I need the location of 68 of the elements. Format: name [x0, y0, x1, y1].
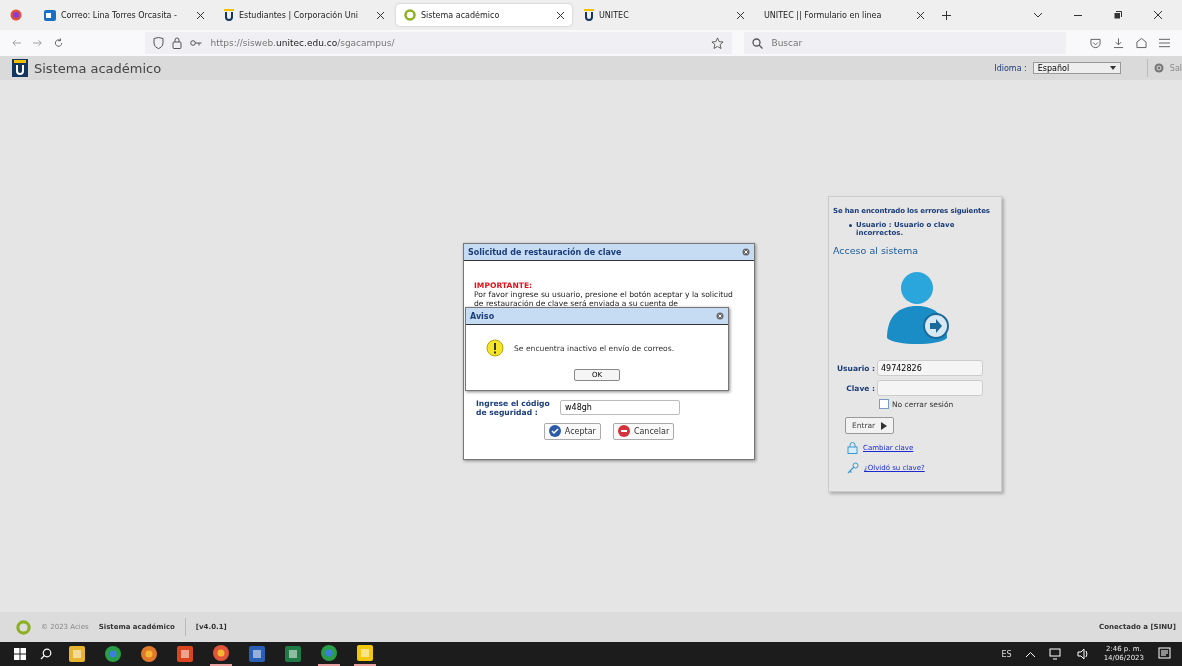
search-field[interactable]: Buscar: [744, 32, 1067, 54]
browser-tab[interactable]: UNITEC || Formulario en linea: [756, 4, 932, 26]
password-field[interactable]: [877, 380, 983, 396]
browser-tab[interactable]: Correo: Lina Torres Orcasita -: [36, 4, 212, 26]
dialog-title: Solicitud de restauración de clave: [468, 247, 622, 257]
extensions-icon[interactable]: [1136, 37, 1148, 49]
notification-icon[interactable]: [1158, 647, 1172, 661]
mail-icon: [44, 9, 56, 21]
taskbar-app-icon[interactable]: [210, 642, 232, 666]
menu-icon[interactable]: [1159, 38, 1171, 48]
browser-logo-icon[interactable]: [10, 9, 22, 21]
address-bar[interactable]: https://sisweb.unitec.edu.co/sgacampus/: [145, 32, 733, 54]
tab-list-icon[interactable]: [1034, 12, 1042, 18]
search-icon: [752, 37, 764, 49]
close-icon[interactable]: [197, 11, 204, 19]
security-code-field[interactable]: w48gh: [560, 400, 680, 416]
taskbar-app-icon[interactable]: [318, 642, 340, 666]
close-icon[interactable]: [1154, 11, 1162, 19]
browser-tab[interactable]: UNITEC: [576, 4, 752, 26]
speaker-icon[interactable]: [1076, 648, 1090, 660]
language-dropdown[interactable]: Español: [1032, 62, 1121, 74]
accept-button[interactable]: Aceptar: [543, 422, 601, 440]
new-tab-icon[interactable]: [942, 10, 951, 20]
close-icon[interactable]: [557, 11, 564, 19]
search-icon[interactable]: [40, 648, 52, 660]
restore-icon[interactable]: [1114, 11, 1122, 19]
ring-logo-icon: [404, 9, 416, 21]
check-icon: [548, 425, 561, 438]
bullet-icon: [849, 224, 852, 227]
stop-icon: [617, 425, 630, 438]
checkbox[interactable]: [879, 399, 889, 409]
lock-icon: [847, 442, 858, 454]
language-indicator[interactable]: ES: [1001, 649, 1012, 659]
lock-icon: [172, 37, 183, 49]
star-icon[interactable]: [711, 36, 725, 50]
close-icon[interactable]: [377, 11, 384, 19]
dialog-title: Aviso: [470, 311, 495, 321]
close-icon[interactable]: [737, 11, 744, 19]
network-icon[interactable]: [1048, 648, 1063, 660]
ring-logo-icon: [16, 619, 31, 635]
reload-icon[interactable]: [54, 38, 64, 48]
close-icon[interactable]: [716, 312, 724, 320]
warning-icon: [486, 339, 504, 357]
key-icon: [847, 462, 859, 474]
key-icon: [190, 39, 203, 47]
cancel-button[interactable]: Cancelar: [612, 422, 675, 440]
power-icon[interactable]: [1153, 63, 1164, 73]
taskbar-app-icon[interactable]: [354, 642, 376, 666]
login-title: Acceso al sistema: [833, 245, 920, 256]
username-field[interactable]: 49742826: [877, 360, 983, 376]
app-title: Sistema académico: [34, 60, 162, 76]
chevron-up-icon[interactable]: [1025, 651, 1035, 657]
close-icon[interactable]: [742, 248, 750, 256]
dropdown-arrow-icon: [1109, 66, 1116, 70]
shield-icon: [153, 37, 165, 49]
close-icon[interactable]: [917, 11, 924, 19]
u-logo-icon: [12, 59, 28, 77]
browser-tab[interactable]: Sistema académico: [396, 4, 572, 26]
u-logo-icon: [584, 9, 594, 21]
play-icon: [881, 421, 888, 430]
u-logo-icon: [224, 9, 234, 21]
browser-tab[interactable]: Estudiantes | Corporación Uni: [216, 4, 392, 26]
language-label: Idioma :: [994, 63, 1027, 73]
pocket-icon[interactable]: [1090, 37, 1102, 49]
download-icon[interactable]: [1113, 37, 1125, 49]
start-icon[interactable]: [14, 648, 26, 660]
search-input[interactable]: Buscar: [769, 37, 894, 49]
minimize-icon[interactable]: [1074, 14, 1082, 16]
